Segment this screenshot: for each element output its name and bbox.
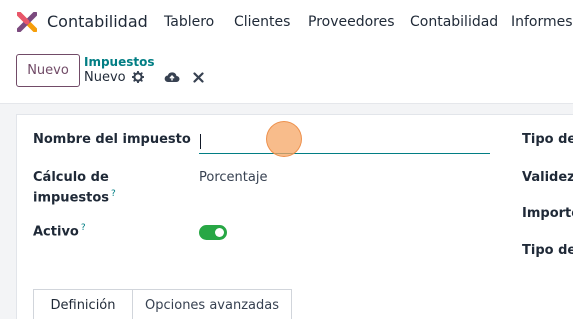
- tax-computation-select[interactable]: Porcentaje: [199, 170, 267, 185]
- record-title: Nuevo: [84, 70, 126, 85]
- nav-item-tablero[interactable]: Tablero: [164, 14, 214, 30]
- top-navbar: Contabilidad Tablero Clientes Proveedore…: [0, 0, 573, 46]
- help-icon[interactable]: ?: [111, 189, 116, 199]
- cursor-click-indicator: [266, 121, 302, 157]
- tax-computation-label: Cálculo de: [33, 170, 109, 185]
- nav-item-proveedores[interactable]: Proveedores: [308, 14, 395, 30]
- right-field-label: Importe: [522, 206, 573, 221]
- gear-icon[interactable]: [132, 71, 144, 83]
- nav-item-informes[interactable]: Informes: [511, 14, 573, 30]
- nav-item-clientes[interactable]: Clientes: [234, 14, 290, 30]
- right-field-label: Validez: [522, 170, 573, 185]
- active-toggle[interactable]: [199, 225, 227, 240]
- app-name[interactable]: Contabilidad: [47, 12, 148, 31]
- active-label: Activo?: [33, 223, 86, 240]
- tab-opciones-avanzadas[interactable]: Opciones avanzadas: [133, 289, 292, 319]
- tax-computation-label-line2: impuestos?: [33, 189, 116, 206]
- new-button[interactable]: Nuevo: [16, 54, 80, 87]
- breadcrumb-impuestos[interactable]: Impuestos: [84, 55, 155, 69]
- cloud-upload-icon[interactable]: [164, 70, 180, 84]
- right-field-label: Tipo de: [522, 243, 573, 258]
- nav-item-contabilidad[interactable]: Contabilidad: [410, 14, 498, 30]
- tax-name-label: Nombre del impuesto: [33, 132, 191, 147]
- app-logo-icon[interactable]: [17, 12, 37, 32]
- toggle-knob: [215, 228, 224, 237]
- tab-definicion[interactable]: Definición: [33, 289, 133, 319]
- tax-name-input[interactable]: [199, 130, 490, 154]
- text-caret: [200, 134, 201, 149]
- right-field-label: Tipo de: [522, 132, 573, 147]
- help-icon[interactable]: ?: [81, 223, 86, 233]
- close-icon[interactable]: [193, 72, 204, 83]
